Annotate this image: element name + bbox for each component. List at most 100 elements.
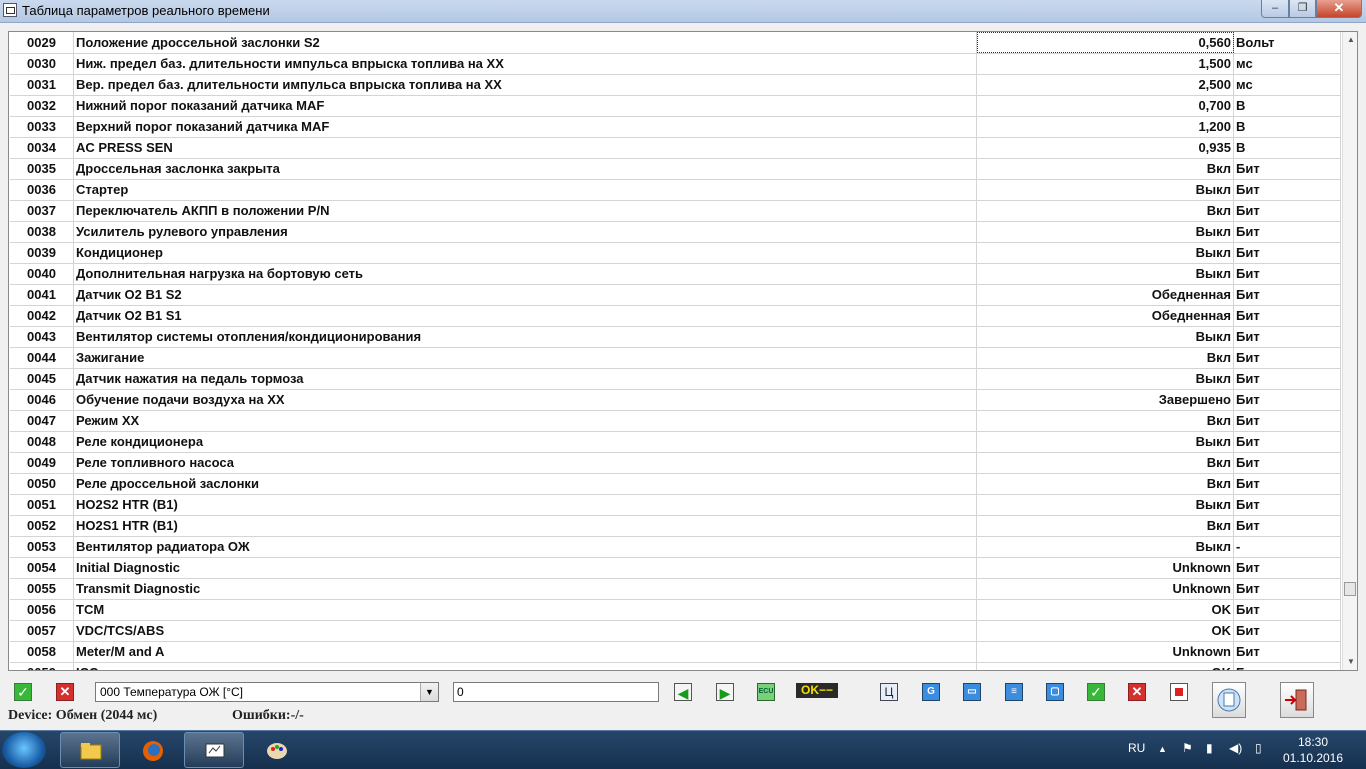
- param-unit: Бит: [1234, 158, 1341, 179]
- table-row[interactable]: 0049 Реле топливного насоса Вкл Бит: [10, 452, 1341, 474]
- parameter-select[interactable]: 000 Температура ОЖ [°C] ▼: [95, 682, 439, 702]
- language-indicator[interactable]: RU: [1128, 741, 1145, 755]
- taskbar-firefox[interactable]: [122, 732, 182, 768]
- taskbar-paint[interactable]: [246, 732, 306, 768]
- table-row[interactable]: 0036 Стартер Выкл Бит: [10, 179, 1341, 201]
- table-row[interactable]: 0035 Дроссельная заслонка закрыта Вкл Бит: [10, 158, 1341, 180]
- next-arrow-icon[interactable]: ▶: [716, 683, 734, 701]
- table-row[interactable]: 0029 Положение дроссельной заслонки S2 0,5…: [10, 32, 1341, 54]
- table-row[interactable]: 0052 HO2S1 HTR (B1) Вкл Бит: [10, 515, 1341, 537]
- param-name: HO2S2 HTR (B1): [74, 494, 977, 515]
- table-row[interactable]: 0059ICCOKБит: [10, 662, 1341, 670]
- scroll-up-icon[interactable]: ▲: [1347, 35, 1355, 44]
- param-value: 0,560: [977, 32, 1234, 53]
- param-name: ICC: [74, 662, 977, 670]
- action-center-icon[interactable]: ⚑: [1182, 741, 1193, 755]
- taskbar-diagnostic-app[interactable]: [184, 732, 244, 768]
- network-icon[interactable]: ▮: [1206, 741, 1213, 755]
- param-number: 0053: [10, 536, 74, 557]
- param-number: 0042: [10, 305, 74, 326]
- table-row[interactable]: 0050 Реле дроссельной заслонки Вкл Бит: [10, 473, 1341, 495]
- table-row[interactable]: 0047 Режим ХХ Вкл Бит: [10, 410, 1341, 432]
- param-value: Выкл: [977, 368, 1234, 389]
- table-row[interactable]: 0030 Ниж. предел баз. длительности импуль…: [10, 53, 1341, 75]
- c-button[interactable]: Ц: [880, 683, 898, 701]
- cancel-icon[interactable]: ✕: [56, 683, 74, 701]
- param-unit: мс: [1234, 53, 1341, 74]
- table-row[interactable]: 0055 Transmit Diagnostic Unknown Бит: [10, 578, 1341, 600]
- table-row[interactable]: 0045 Датчик нажатия на педаль тормоза Выкл…: [10, 368, 1341, 390]
- param-value: 2,500: [977, 74, 1234, 95]
- table-row[interactable]: 0037 Переключатель АКПП в положении P/N Вк…: [10, 200, 1341, 222]
- scroll-down-icon[interactable]: ▼: [1347, 657, 1355, 666]
- list-view-icon[interactable]: ≡: [1005, 683, 1023, 701]
- minimize-button[interactable]: –: [1261, 0, 1289, 18]
- table-row[interactable]: 0051 HO2S2 HTR (B1) Выкл Бит: [10, 494, 1341, 516]
- table-row[interactable]: 0041 Датчик O2 B1 S2 Обедненная Бит: [10, 284, 1341, 306]
- param-value: OK: [977, 599, 1234, 620]
- clear-icon[interactable]: ✕: [1128, 683, 1146, 701]
- param-value: Unknown: [977, 641, 1234, 662]
- scrollbar-thumb[interactable]: [1344, 582, 1356, 596]
- param-name: Нижний порог показаний датчика MAF: [74, 95, 977, 116]
- tray-expand-icon[interactable]: ▲: [1158, 744, 1167, 754]
- param-unit: Бит: [1234, 662, 1341, 670]
- save-report-button[interactable]: [1212, 682, 1246, 718]
- param-number: 0044: [10, 347, 74, 368]
- close-button[interactable]: ✕: [1316, 0, 1362, 18]
- table-row[interactable]: 0031 Вер. предел баз. длительности импуль…: [10, 74, 1341, 96]
- accept-icon[interactable]: ✓: [14, 683, 32, 701]
- firefox-icon: [143, 741, 163, 761]
- taskbar-explorer[interactable]: [60, 732, 120, 768]
- volume-icon[interactable]: ◀): [1229, 741, 1242, 755]
- system-clock[interactable]: 18:30 01.10.2016: [1282, 734, 1344, 766]
- table-row[interactable]: 0032 Нижний порог показаний датчика MAF 0,…: [10, 95, 1341, 117]
- param-unit: В: [1234, 116, 1341, 137]
- param-number: 0054: [10, 557, 74, 578]
- table-row[interactable]: 0056 TCM OK Бит: [10, 599, 1341, 621]
- prev-arrow-icon[interactable]: ◀: [674, 683, 692, 701]
- table-row[interactable]: 0038 Усилитель рулевого управления Выкл Бит: [10, 221, 1341, 243]
- folder-icon: [80, 743, 102, 760]
- param-number: 0034: [10, 137, 74, 158]
- param-name: Реле кондиционера: [74, 431, 977, 452]
- panel-view-icon[interactable]: ▢: [1046, 683, 1064, 701]
- param-number: 0049: [10, 452, 74, 473]
- table-row[interactable]: 0053 Вентилятор радиатора ОЖ Выкл -: [10, 536, 1341, 558]
- table-row[interactable]: 0039 Кондиционер Выкл Бит: [10, 242, 1341, 264]
- table-row[interactable]: 0058 Meter/M and A Unknown Бит: [10, 641, 1341, 663]
- parameter-select-value: 000 Температура ОЖ [°C]: [100, 685, 243, 699]
- param-unit: мс: [1234, 74, 1341, 95]
- graph-icon[interactable]: G: [922, 683, 940, 701]
- battery-icon[interactable]: ▯: [1255, 741, 1262, 755]
- table-row[interactable]: 0054 Initial Diagnostic Unknown Бит: [10, 557, 1341, 579]
- vertical-scrollbar[interactable]: ▲ ▼: [1342, 32, 1357, 670]
- exit-button[interactable]: [1280, 682, 1314, 718]
- chevron-down-icon[interactable]: ▼: [420, 683, 438, 701]
- param-unit: Бит: [1234, 620, 1341, 641]
- table-row[interactable]: 0033 Верхний порог показаний датчика MAF 1…: [10, 116, 1341, 138]
- param-name: Датчик O2 B1 S1: [74, 305, 977, 326]
- ecu-icon[interactable]: ECU: [757, 683, 775, 701]
- maximize-button[interactable]: ❐: [1289, 0, 1316, 18]
- value-input[interactable]: 0: [453, 682, 659, 702]
- table-row[interactable]: 0057 VDC/TCS/ABS OK Бит: [10, 620, 1341, 642]
- param-value: Unknown: [977, 578, 1234, 599]
- table-row[interactable]: 0048 Реле кондиционера Выкл Бит: [10, 431, 1341, 453]
- start-button[interactable]: [2, 732, 46, 768]
- table-row[interactable]: 0043 Вентилятор системы отопления/кондици…: [10, 326, 1341, 348]
- table-row[interactable]: 0034 AC PRESS SEN 0,935 В: [10, 137, 1341, 159]
- param-value: Unknown: [977, 557, 1234, 578]
- table-row[interactable]: 0044 Зажигание Вкл Бит: [10, 347, 1341, 369]
- param-name: Meter/M and A: [74, 641, 977, 662]
- param-name: VDC/TCS/ABS: [74, 620, 977, 641]
- record-icon[interactable]: [1170, 683, 1188, 701]
- table-row[interactable]: 0040 Дополнительная нагрузка на бортовую …: [10, 263, 1341, 285]
- param-unit: В: [1234, 95, 1341, 116]
- clock-time: 18:30: [1297, 735, 1329, 749]
- table-row[interactable]: 0046 Обучение подачи воздуха на ХХ Заверше…: [10, 389, 1341, 411]
- table-row[interactable]: 0042 Датчик O2 B1 S1 Обедненная Бит: [10, 305, 1341, 327]
- confirm-icon[interactable]: ✓: [1087, 683, 1105, 701]
- param-name: Initial Diagnostic: [74, 557, 977, 578]
- split-view-icon[interactable]: ▭: [963, 683, 981, 701]
